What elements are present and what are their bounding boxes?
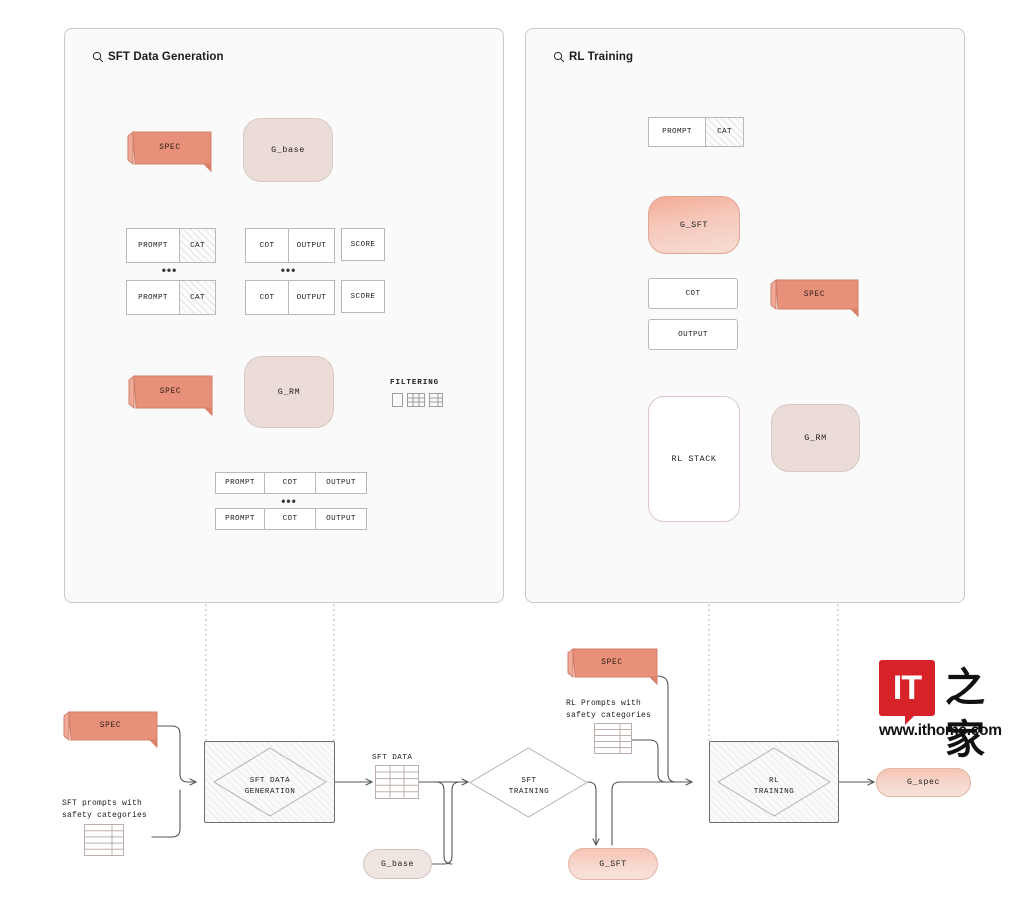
table-icon-sft-data — [375, 765, 419, 799]
spec-shape-flow-mid: SPEC — [567, 646, 658, 686]
ellipsis-prompt: ••• — [161, 263, 178, 277]
watermark: IT 之家 www.ithome.com — [879, 660, 1019, 763]
pill-g-base: G_base — [363, 849, 432, 879]
caption-rl-prompts: RL Prompts with safety categories — [566, 699, 652, 720]
panel-rl-training — [525, 28, 965, 603]
search-icon — [92, 51, 104, 63]
cell-score-1: SCORE — [341, 228, 385, 261]
spec-shape-sft-top: SPEC — [127, 128, 213, 173]
pill-g-spec: G_spec — [876, 768, 971, 797]
cell-prompt: PROMPT — [126, 280, 180, 315]
cell-prompt: PROMPT — [648, 117, 706, 147]
panel-title-sft: SFT Data Generation — [108, 51, 224, 63]
table-row-prompt-cat-2: PROMPT CAT — [126, 280, 216, 315]
label-sft-data: SFT DATA — [372, 754, 413, 762]
spec-shape-flow-left: SPEC — [63, 709, 158, 749]
cell-output: OUTPUT — [316, 472, 367, 494]
cell-output: OUTPUT — [316, 508, 367, 530]
cell-cot: COT — [245, 228, 289, 263]
cell-cat: CAT — [180, 280, 216, 315]
cell-cat: CAT — [706, 117, 744, 147]
cell-cot: COT — [245, 280, 289, 315]
watermark-it-text: IT — [892, 668, 922, 707]
ellipsis-cot: ••• — [280, 263, 297, 277]
watermark-it-box: IT — [879, 660, 935, 725]
caption-sft-prompts: SFT prompts with safety categories — [62, 799, 148, 820]
watermark-url: www.ithome.com — [879, 722, 1002, 739]
table-icon-rl-prompts — [594, 723, 632, 754]
spec-shape-rl: SPEC — [770, 277, 859, 318]
spec-shape-sft-rm: SPEC — [128, 372, 213, 417]
label-sft-data-generation: SFT DATA GENERATION — [244, 777, 296, 796]
watermark-cn-text: 之家 — [945, 665, 985, 763]
diagram-canvas: SFT Data Generation SPEC G_base PROMPT C… — [0, 0, 1024, 899]
filtering-table-icon — [392, 393, 443, 407]
table-row-final-2: PROMPT COT OUTPUT — [215, 508, 367, 530]
table-row-cot-output-2: COT OUTPUT — [245, 280, 335, 315]
ellipsis-final: ••• — [281, 494, 297, 508]
cell-prompt: PROMPT — [215, 472, 265, 494]
table-row-rl-prompt-cat: PROMPT CAT — [648, 117, 744, 147]
filtering-label: FILTERING — [390, 379, 440, 387]
table-row-cot-output-1: COT OUTPUT — [245, 228, 335, 263]
model-node-g-rm-rl: G_RM — [771, 404, 860, 472]
table-row-final-1: PROMPT COT OUTPUT — [215, 472, 367, 494]
pill-g-sft: G_SFT — [568, 848, 658, 880]
cell-cat: CAT — [180, 228, 216, 263]
cell-rl-output: OUTPUT — [648, 319, 738, 350]
table-icon-sft-prompts — [84, 824, 124, 856]
label-rl-training: RL TRAINING — [753, 777, 795, 796]
cell-cot: COT — [265, 508, 316, 530]
cell-cot: COT — [265, 472, 316, 494]
cell-output: OUTPUT — [289, 280, 335, 315]
cell-output: OUTPUT — [289, 228, 335, 263]
model-node-g-base: G_base — [243, 118, 333, 182]
node-rl-stack: RL STACK — [648, 396, 740, 522]
cell-prompt: PROMPT — [126, 228, 180, 263]
model-node-g-sft: G_SFT — [648, 196, 740, 254]
table-row-prompt-cat-1: PROMPT CAT — [126, 228, 216, 263]
panel-title-rl: RL Training — [569, 51, 634, 63]
search-icon — [553, 51, 565, 63]
cell-prompt: PROMPT — [215, 508, 265, 530]
cell-score-2: SCORE — [341, 280, 385, 313]
label-sft-training: SFT TRAINING — [508, 777, 550, 796]
cell-rl-cot: COT — [648, 278, 738, 309]
model-node-g-rm-sft: G_RM — [244, 356, 334, 428]
